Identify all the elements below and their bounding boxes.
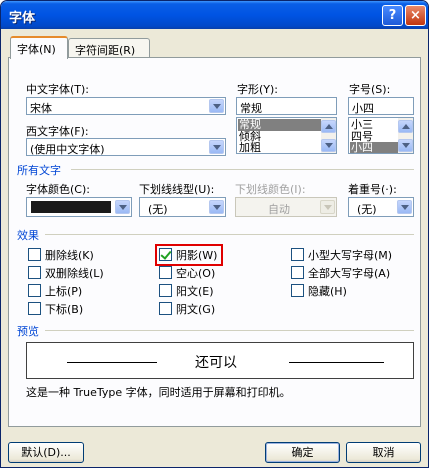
west-font-value: (使用中文字体)	[30, 143, 105, 156]
style-list[interactable]: 常规 倾斜 加粗	[236, 117, 337, 154]
scroll-up-icon[interactable]	[321, 120, 336, 133]
style-label: 字形(Y):	[237, 83, 279, 96]
chevron-down-icon	[320, 200, 335, 214]
all-caps-checkbox[interactable]	[291, 266, 304, 279]
section-divider	[45, 330, 414, 331]
section-divider	[71, 169, 414, 170]
default-button[interactable]: 默认(D)...	[8, 442, 84, 463]
help-button[interactable]: ?	[382, 5, 403, 26]
size-label: 字号(S):	[349, 83, 391, 96]
chevron-down-icon[interactable]	[115, 200, 130, 214]
font-color-label: 字体颜色(C):	[26, 183, 90, 196]
ok-button[interactable]: 确定	[265, 442, 340, 463]
strikethrough-label[interactable]: 删除线(K)	[45, 247, 94, 263]
close-button[interactable]: ×	[405, 5, 426, 26]
size-scrollbar[interactable]	[398, 118, 413, 153]
size-list[interactable]: 小三 四号 小四	[348, 117, 414, 154]
section-divider	[45, 234, 414, 235]
underline-style-label: 下划线线型(U):	[139, 183, 215, 196]
font-dialog: 字体 ? × 字体(N) 字符间距(R) 中文字体(T): 字形(Y): 字号(…	[0, 0, 429, 468]
engrave-checkbox[interactable]	[159, 302, 172, 315]
subscript-checkbox[interactable]	[28, 302, 41, 315]
preview-box: 还可以	[26, 342, 414, 379]
cn-font-value: 宋体	[30, 102, 52, 115]
preview-line	[67, 362, 157, 363]
emboss-checkbox[interactable]	[159, 284, 172, 297]
scroll-up-icon[interactable]	[398, 120, 413, 133]
outline-checkbox[interactable]	[159, 266, 172, 279]
size-input[interactable]: 小四	[348, 97, 414, 115]
shadow-checkbox[interactable]	[159, 248, 172, 261]
emphasis-mark-label: 着重号(·):	[348, 183, 397, 196]
style-scrollbar[interactable]	[321, 118, 336, 153]
west-font-label: 西文字体(F):	[26, 125, 89, 138]
cn-font-combo[interactable]: 宋体	[26, 97, 226, 115]
shadow-label[interactable]: 阴影(W)	[176, 247, 217, 263]
underline-style-combo[interactable]: (无)	[139, 197, 226, 217]
underline-style-value: (无)	[148, 203, 168, 216]
size-input-value: 小四	[352, 102, 374, 115]
size-option[interactable]: 小四	[350, 142, 398, 153]
small-caps-label[interactable]: 小型大写字母(M)	[308, 247, 392, 263]
small-caps-checkbox[interactable]	[291, 248, 304, 261]
emphasis-mark-combo[interactable]: (无)	[348, 197, 414, 217]
underline-color-label: 下划线颜色(I):	[235, 183, 306, 196]
west-font-combo[interactable]: (使用中文字体)	[26, 138, 226, 156]
font-color-combo[interactable]	[26, 197, 132, 217]
emphasis-mark-value: (无)	[357, 203, 377, 216]
window-title: 字体	[9, 11, 36, 26]
scroll-down-icon[interactable]	[398, 139, 413, 152]
style-option[interactable]: 加粗	[238, 142, 321, 154]
preview-note: 这是一种 TrueType 字体，同时适用于屏幕和打印机。	[26, 386, 291, 399]
title-bar[interactable]: 字体 ? ×	[1, 1, 428, 29]
underline-color-value: 自动	[268, 203, 290, 216]
tab-char-spacing[interactable]: 字符间距(R)	[68, 38, 150, 59]
hidden-checkbox[interactable]	[291, 284, 304, 297]
preview-section-title: 预览	[17, 325, 39, 338]
cancel-button[interactable]: 取消	[346, 442, 421, 463]
effects-section-title: 效果	[17, 229, 39, 242]
chevron-down-icon[interactable]	[397, 200, 412, 214]
style-input-value: 常规	[240, 102, 262, 115]
tab-font[interactable]: 字体(N)	[10, 36, 68, 59]
style-input[interactable]: 常规	[236, 97, 337, 115]
double-strikethrough-checkbox[interactable]	[28, 266, 41, 279]
superscript-label[interactable]: 上标(P)	[45, 283, 82, 299]
preview-line	[289, 362, 384, 363]
subscript-label[interactable]: 下标(B)	[45, 301, 83, 317]
hidden-label[interactable]: 隐藏(H)	[308, 283, 347, 299]
double-strikethrough-label[interactable]: 双删除线(L)	[45, 265, 104, 281]
underline-color-combo: 自动	[235, 197, 337, 217]
chevron-down-icon[interactable]	[209, 99, 224, 113]
preview-text: 还可以	[195, 355, 237, 371]
superscript-checkbox[interactable]	[28, 284, 41, 297]
all-caps-label[interactable]: 全部大写字母(A)	[308, 265, 390, 281]
strikethrough-checkbox[interactable]	[28, 248, 41, 261]
all-text-section-title: 所有文字	[17, 164, 61, 177]
scroll-down-icon[interactable]	[321, 139, 336, 152]
outline-label[interactable]: 空心(O)	[176, 265, 215, 281]
cn-font-label: 中文字体(T):	[26, 83, 90, 96]
chevron-down-icon[interactable]	[209, 140, 224, 154]
color-swatch	[31, 201, 111, 213]
engrave-label[interactable]: 阴文(G)	[176, 301, 215, 317]
emboss-label[interactable]: 阳文(E)	[176, 283, 214, 299]
chevron-down-icon[interactable]	[209, 200, 224, 214]
